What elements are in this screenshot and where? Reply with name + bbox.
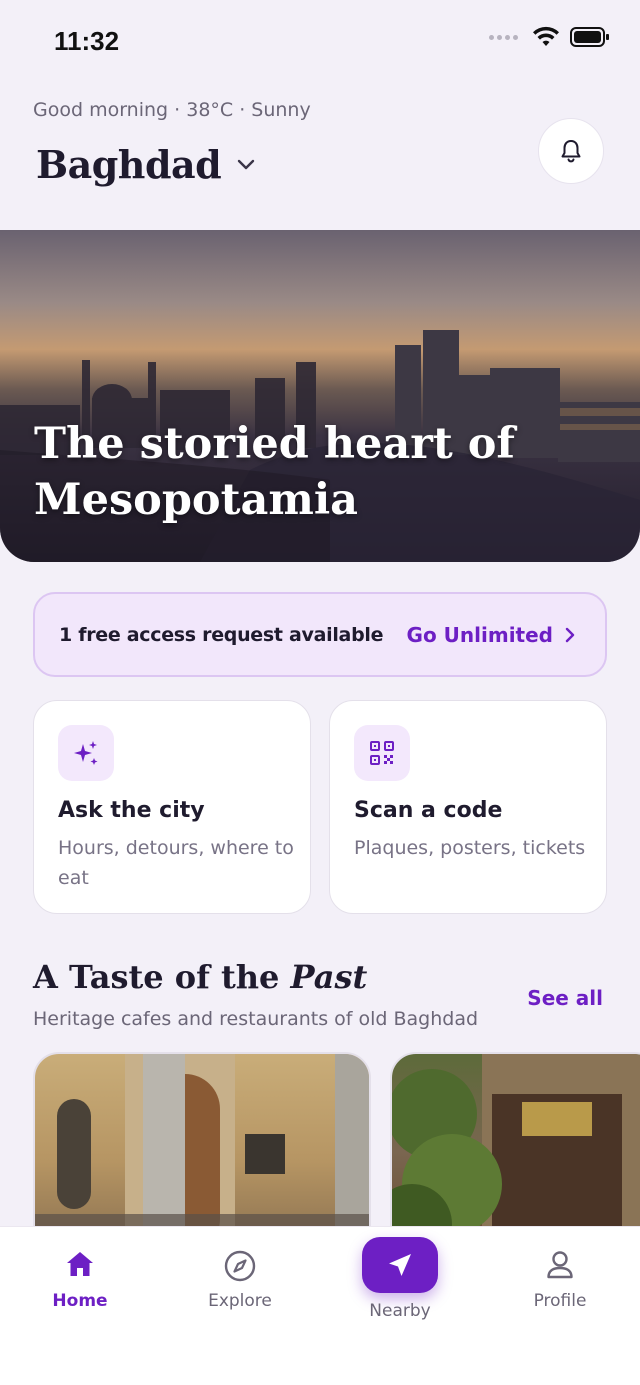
status-icons [489, 26, 610, 48]
section-title-emphasis: Past [290, 958, 368, 996]
navigation-arrow-icon [389, 1254, 411, 1276]
tab-profile[interactable]: Profile [480, 1227, 640, 1337]
action-subtitle: Plaques, posters, tickets [354, 837, 586, 859]
tab-label: Home [52, 1291, 108, 1311]
compass-icon [224, 1250, 256, 1282]
chevron-right-icon [565, 627, 575, 642]
city-selector[interactable]: Baghdad [36, 142, 255, 187]
tab-label: Nearby [369, 1301, 431, 1321]
access-banner-text: 1 free access request available [59, 623, 384, 646]
battery-icon [570, 27, 609, 47]
section-subtitle: Heritage cafes and restaurants of old Ba… [33, 1008, 479, 1030]
scan-a-code-card[interactable]: Scan a code Plaques, posters, tickets [329, 700, 607, 914]
city-name: Baghdad [36, 142, 222, 187]
status-bar: 11:32 [0, 0, 640, 80]
section-title: A Taste of the Past [33, 958, 367, 996]
greeting-weather: Good morning · 38°C · Sunny [33, 99, 311, 121]
cellular-signal-icon [489, 34, 518, 40]
chevron-down-icon [238, 159, 255, 169]
wifi-icon [533, 26, 559, 46]
heritage-cafe-photo [35, 1054, 369, 1250]
hero-image[interactable]: The storied heart of Mesopotamia [0, 230, 640, 562]
action-title: Ask the city [58, 798, 205, 823]
tab-nearby[interactable] [362, 1237, 438, 1293]
section-title-prefix: A Taste of the [33, 958, 280, 996]
go-unlimited-label: Go Unlimited [406, 622, 553, 647]
hero-title: The storied heart of Mesopotamia [34, 419, 515, 525]
tab-label: Profile [533, 1291, 587, 1311]
heritage-restaurant-photo [392, 1054, 640, 1250]
tab-explore[interactable]: Explore [160, 1227, 320, 1337]
ask-the-city-card[interactable]: Ask the city Hours, detours, where to ea… [33, 700, 311, 914]
place-card[interactable] [33, 1052, 371, 1252]
bell-icon [561, 140, 581, 163]
home-icon [67, 1252, 93, 1276]
qr-code-icon [354, 725, 410, 781]
go-unlimited-link[interactable]: Go Unlimited [407, 623, 575, 647]
place-card[interactable] [390, 1052, 640, 1252]
status-time: 11:32 [54, 26, 120, 56]
action-subtitle: Hours, detours, where to eat [58, 837, 294, 889]
access-banner[interactable]: 1 free access request available Go Unlim… [33, 592, 607, 677]
see-all-link[interactable]: See all [527, 986, 603, 1010]
sparkles-icon [58, 725, 114, 781]
tab-label: Explore [208, 1291, 272, 1311]
action-title: Scan a code [354, 798, 503, 823]
user-icon [547, 1251, 573, 1279]
bottom-tab-bar: Home Explore Nearby Profile [0, 1226, 640, 1385]
notifications-button[interactable] [538, 118, 604, 184]
tab-home[interactable]: Home [0, 1227, 160, 1337]
